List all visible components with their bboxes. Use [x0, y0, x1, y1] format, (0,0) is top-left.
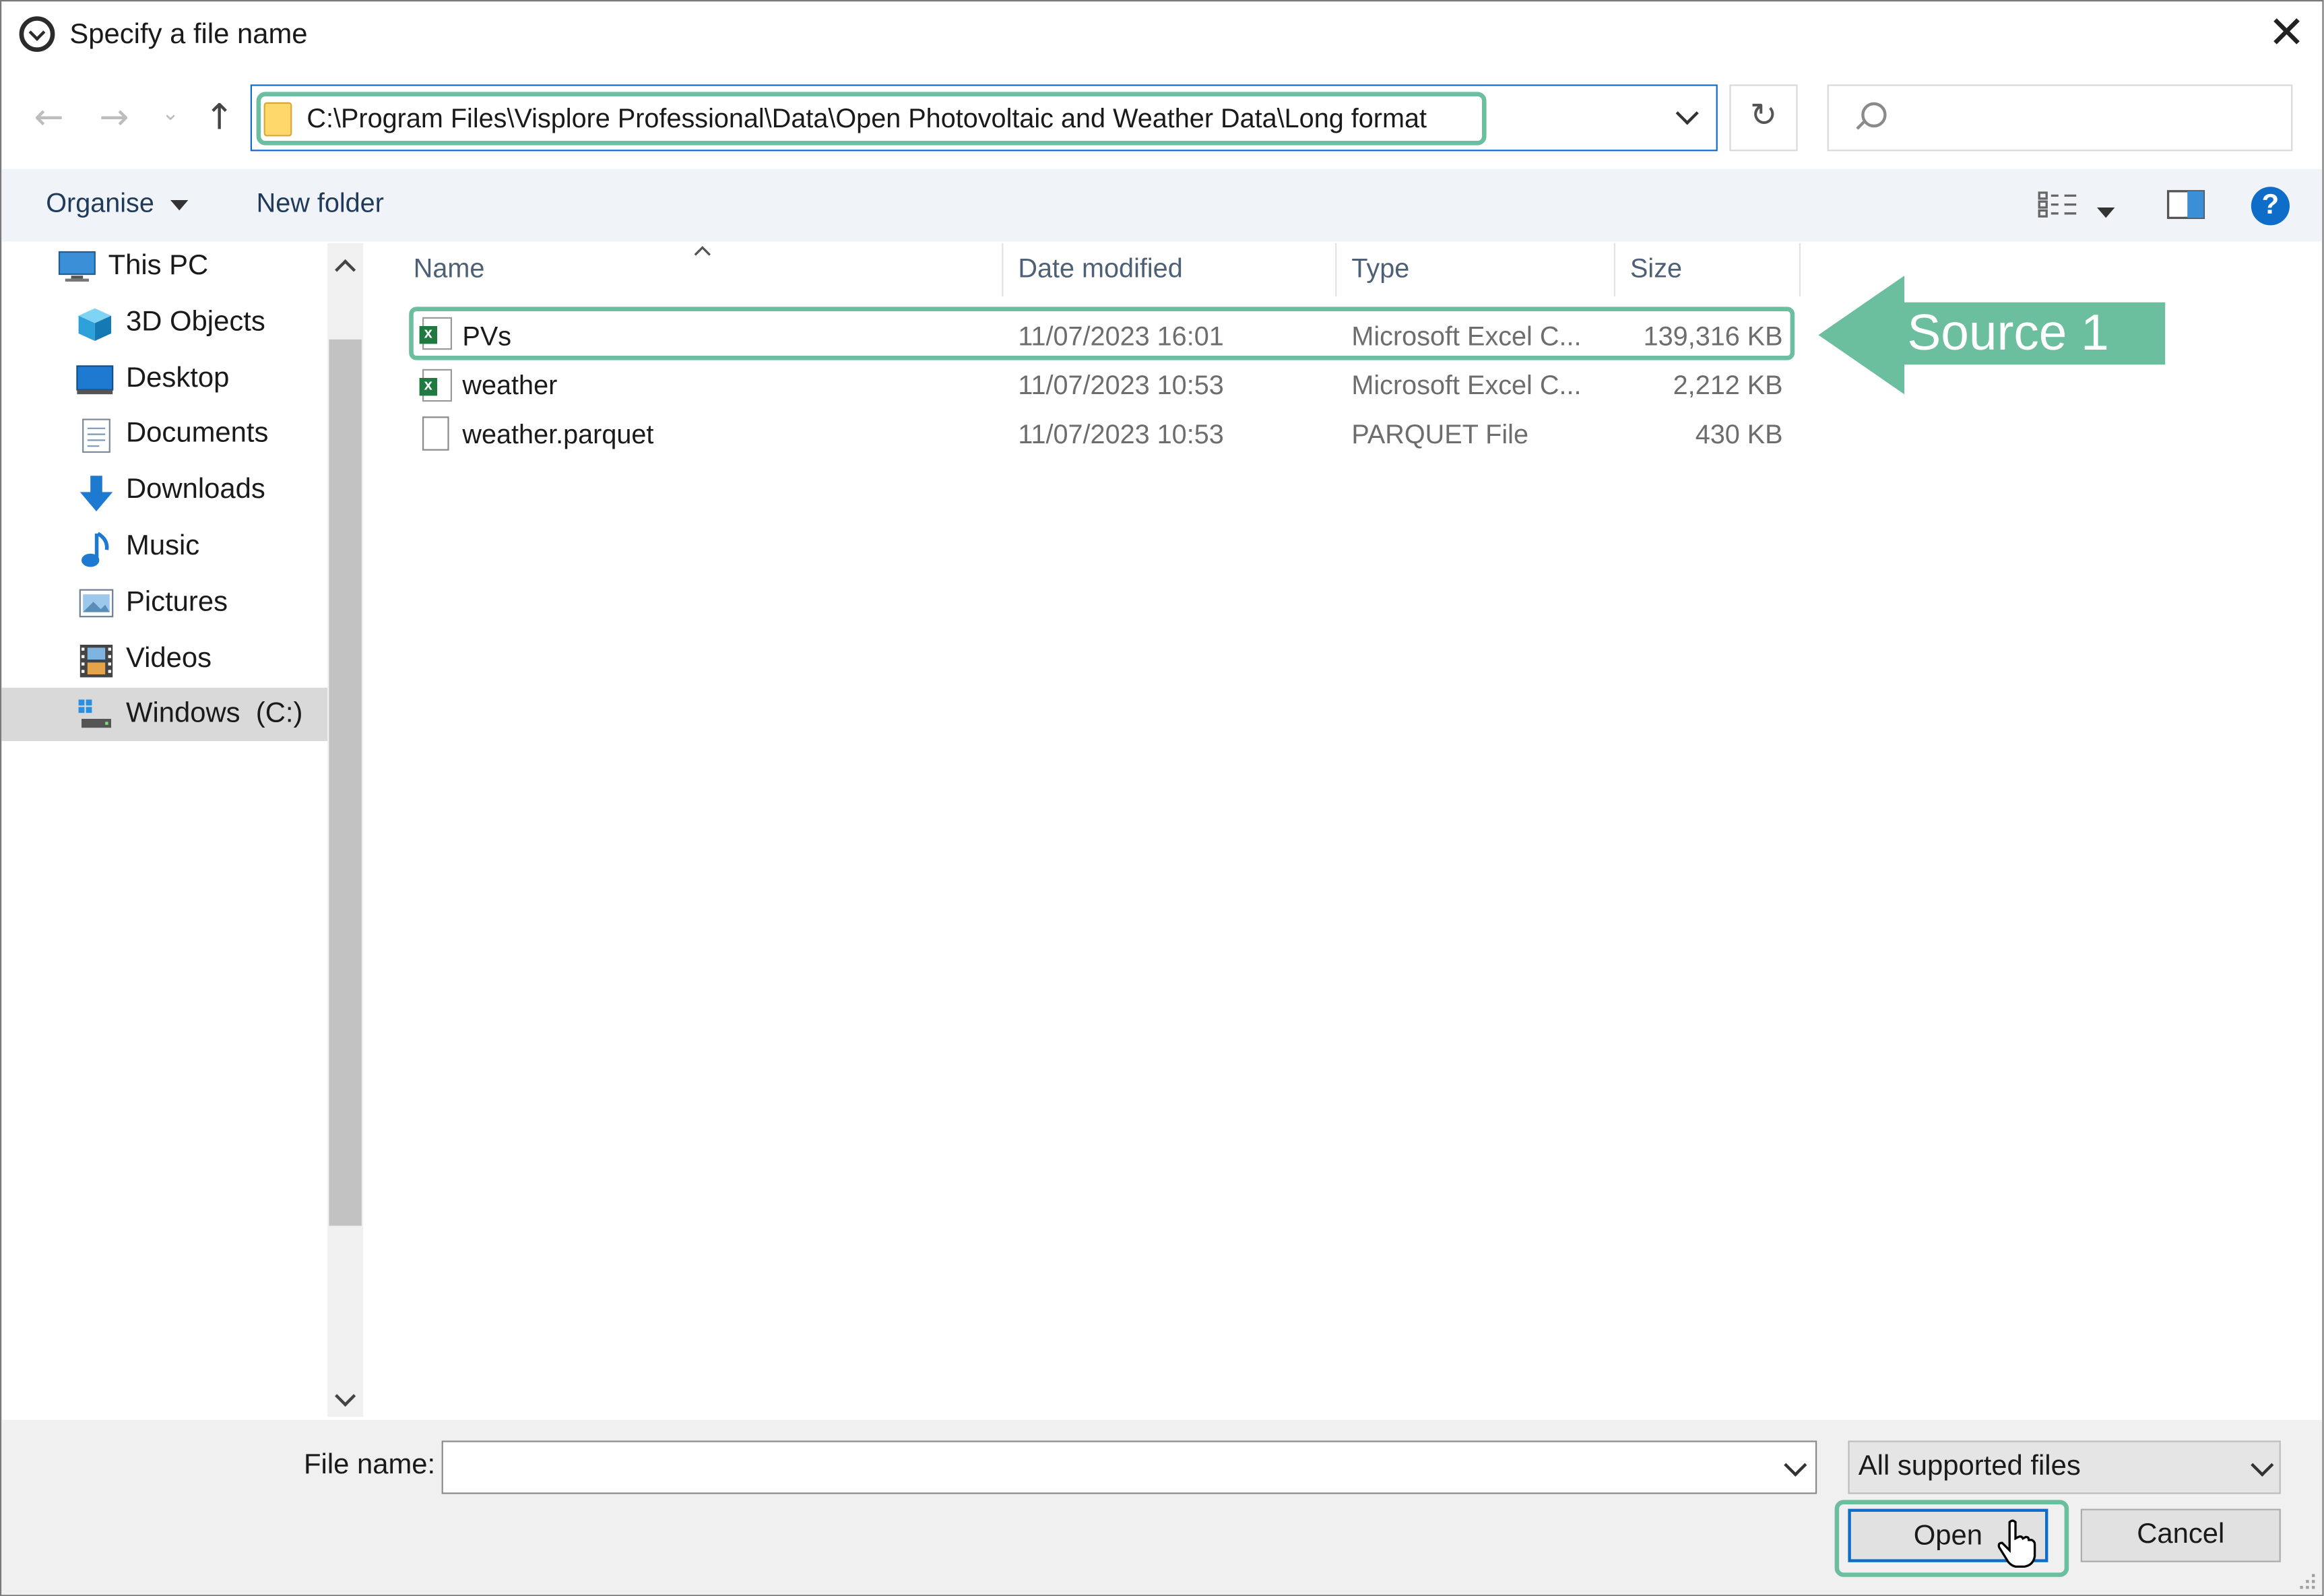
nav-item-pictures[interactable]: Pictures: [1, 577, 327, 630]
music-note-icon: [79, 531, 115, 567]
drive-icon: [75, 698, 111, 730]
column-divider: [1799, 243, 1801, 296]
column-header-size[interactable]: Size: [1630, 253, 1682, 284]
hand-cursor-icon: [1996, 1519, 2038, 1570]
cancel-button[interactable]: Cancel: [2080, 1508, 2281, 1562]
nav-item-label: Desktop: [126, 363, 230, 395]
excel-csv-icon: [419, 369, 452, 402]
file-type: Microsoft Excel C...: [1351, 371, 1582, 400]
help-icon[interactable]: ?: [2251, 187, 2290, 226]
column-divider: [1613, 243, 1615, 296]
screen: Specify a file name ✕ ← → ⌄ ↑ C:\Program…: [0, 0, 2324, 1596]
nav-item-label: Videos: [126, 643, 212, 674]
nav-item-label: Downloads: [126, 474, 265, 506]
pictures-icon: [79, 587, 115, 619]
generic-file-icon: [422, 416, 449, 451]
filter-dropdown-chevron-icon: [2247, 1451, 2276, 1483]
window-title: Specify a file name: [69, 19, 308, 51]
address-highlight-box: [256, 92, 1487, 146]
new-folder-button[interactable]: New folder: [257, 188, 384, 219]
recent-locations-chevron-icon[interactable]: ⌄: [156, 102, 185, 138]
file-type: PARQUET File: [1351, 419, 1528, 449]
film-icon: [79, 643, 115, 678]
nav-item-label: 3D Objects: [126, 307, 265, 338]
file-size: 430 KB: [1695, 419, 1783, 449]
scroll-up-icon[interactable]: [327, 251, 363, 280]
view-options-icon[interactable]: [2038, 190, 2079, 220]
close-icon[interactable]: ✕: [2265, 11, 2309, 58]
file-name: weather: [462, 371, 558, 400]
column-divider: [1002, 243, 1004, 296]
file-size: 2,212 KB: [1673, 371, 1783, 400]
title-bar: [1, 1, 2322, 73]
nav-item-downloads[interactable]: Downloads: [1, 464, 327, 517]
refresh-icon[interactable]: ↻: [1729, 84, 1798, 152]
desktop-icon: [75, 363, 114, 395]
computer-icon: [58, 251, 96, 283]
nav-item-windows-c[interactable]: Windows (C:): [1, 687, 328, 741]
nav-item-label: This PC: [108, 250, 209, 282]
view-dropdown-icon[interactable]: [2097, 199, 2115, 226]
cube-icon: [77, 307, 112, 341]
nav-item-desktop[interactable]: Desktop: [1, 353, 327, 406]
nav-item-this-pc[interactable]: This PC: [1, 240, 327, 293]
filter-value: All supported files: [1858, 1450, 2081, 1482]
column-header-type[interactable]: Type: [1351, 253, 1409, 284]
organise-label: Organise: [46, 188, 154, 218]
nav-item-videos[interactable]: Videos: [1, 633, 327, 686]
nav-item-music[interactable]: Music: [1, 520, 327, 573]
search-icon: [1861, 102, 1887, 128]
nav-item-3d-objects[interactable]: 3D Objects: [1, 296, 327, 350]
column-divider: [1335, 243, 1337, 296]
column-header-name[interactable]: Name: [414, 253, 485, 284]
file-date: 11/07/2023 10:53: [1018, 371, 1224, 400]
scroll-down-icon[interactable]: [327, 1383, 363, 1413]
search-box[interactable]: [1827, 84, 2293, 152]
file-date: 11/07/2023 10:53: [1018, 419, 1224, 449]
file-name-input[interactable]: [441, 1440, 1817, 1494]
callout-label: Source 1: [1907, 305, 2109, 362]
preview-pane-icon[interactable]: [2166, 190, 2205, 220]
column-header-date-modified[interactable]: Date modified: [1018, 253, 1182, 284]
sort-ascending-icon: [692, 238, 713, 256]
app-icon: [19, 16, 55, 52]
organise-button[interactable]: Organise: [46, 188, 189, 219]
file-name-dropdown-chevron-icon[interactable]: [1780, 1451, 1809, 1483]
nav-item-documents[interactable]: Documents: [1, 408, 327, 461]
file-dialog: Specify a file name ✕ ← → ⌄ ↑ C:\Program…: [0, 0, 2324, 1596]
file-name-label: File name:: [304, 1449, 436, 1481]
row-highlight-box: [409, 307, 1795, 360]
back-arrow-icon[interactable]: ←: [28, 96, 70, 141]
table-row[interactable]: weather.parquet 11/07/2023 10:53 PARQUET…: [410, 409, 1788, 458]
file-name: weather.parquet: [462, 419, 654, 449]
nav-item-label: Documents: [126, 418, 269, 449]
address-dropdown-chevron-icon[interactable]: [1670, 99, 1702, 137]
download-arrow-icon: [79, 474, 115, 511]
file-type-filter-select[interactable]: All supported files: [1848, 1440, 2281, 1494]
organise-dropdown-icon: [170, 199, 189, 210]
forward-arrow-icon[interactable]: →: [94, 96, 135, 141]
nav-item-label: Pictures: [126, 587, 228, 618]
resize-grip-icon[interactable]: [2296, 1570, 2317, 1591]
nav-item-label: Music: [126, 530, 200, 562]
nav-item-label: Windows (C:): [126, 698, 303, 730]
nav-scrollbar-thumb[interactable]: [329, 339, 362, 1226]
table-row[interactable]: weather 11/07/2023 10:53 Microsoft Excel…: [410, 360, 1788, 410]
up-arrow-icon[interactable]: ↑: [199, 96, 240, 141]
documents-icon: [80, 418, 116, 453]
